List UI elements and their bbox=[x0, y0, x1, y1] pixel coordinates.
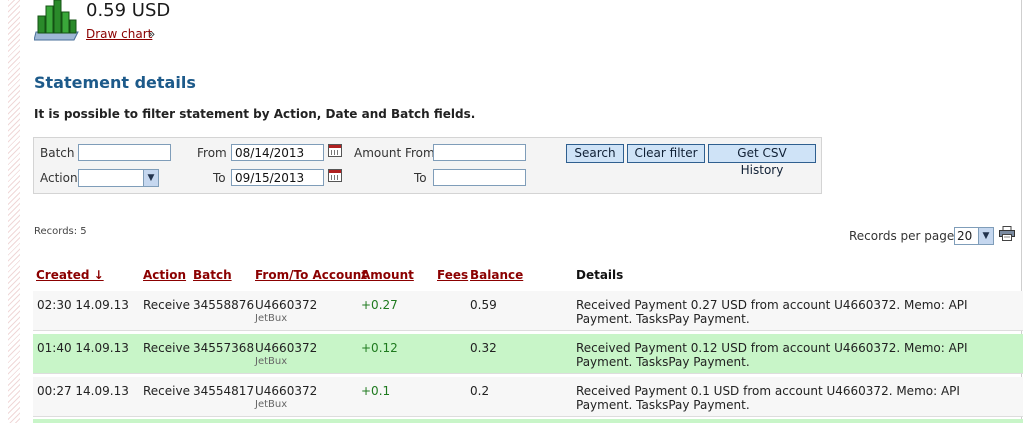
row-divider bbox=[33, 373, 1023, 374]
row-balance: 0.59 bbox=[470, 298, 497, 312]
action-label: Action bbox=[40, 171, 78, 185]
chevron-down-icon[interactable]: ▼ bbox=[143, 170, 158, 186]
table-row: 00:27 14.09.13 Receive 34554817 U4660372… bbox=[33, 377, 1023, 416]
row-created: 02:30 14.09.13 bbox=[37, 298, 129, 312]
draw-chart-arrow: » bbox=[148, 27, 156, 41]
row-batch: 34557368 bbox=[193, 341, 255, 355]
row-details: Received Payment 0.27 USD from account U… bbox=[576, 298, 968, 326]
column-created[interactable]: Created ↓ bbox=[36, 268, 104, 282]
action-select[interactable]: ▼ bbox=[78, 169, 159, 187]
table-row bbox=[33, 419, 1023, 423]
get-csv-history-button[interactable]: Get CSV History bbox=[708, 144, 816, 177]
filter-hint: It is possible to filter statement by Ac… bbox=[34, 107, 476, 121]
row-account: U4660372 bbox=[255, 298, 318, 312]
row-action: Receive bbox=[143, 384, 190, 398]
page-left-border bbox=[8, 0, 20, 423]
row-account: U4660372 bbox=[255, 384, 318, 398]
row-created: 01:40 14.09.13 bbox=[37, 341, 129, 355]
row-divider bbox=[33, 330, 1023, 331]
row-action: Receive bbox=[143, 298, 190, 312]
table-row: 01:40 14.09.13 Receive 34557368 U4660372… bbox=[33, 334, 1023, 373]
to-label: To bbox=[213, 171, 226, 185]
batch-input[interactable] bbox=[78, 144, 171, 161]
from-label: From bbox=[197, 146, 227, 160]
draw-chart-link[interactable]: Draw chart bbox=[86, 27, 152, 41]
row-account: U4660372 bbox=[255, 341, 318, 355]
records-count: Records: 5 bbox=[34, 226, 87, 237]
column-details: Details bbox=[576, 268, 624, 282]
clear-filter-button[interactable]: Clear filter bbox=[627, 144, 705, 163]
row-action: Receive bbox=[143, 341, 190, 355]
column-balance[interactable]: Balance bbox=[470, 268, 523, 282]
row-balance: 0.2 bbox=[470, 384, 490, 398]
row-balance: 0.32 bbox=[470, 341, 497, 355]
date-to-input[interactable] bbox=[231, 169, 324, 186]
row-details: Received Payment 0.12 USD from account U… bbox=[576, 341, 968, 369]
calendar-icon[interactable] bbox=[328, 169, 342, 182]
records-per-page-select[interactable]: 20 ▼ bbox=[954, 227, 994, 245]
date-from-input[interactable] bbox=[231, 144, 324, 161]
bar-chart-icon bbox=[34, 0, 79, 41]
row-details: Received Payment 0.1 USD from account U4… bbox=[576, 384, 960, 412]
calendar-icon[interactable] bbox=[328, 144, 342, 157]
column-account[interactable]: From/To Account bbox=[255, 268, 367, 282]
amount-from-input[interactable] bbox=[433, 144, 526, 161]
amount-from-label: Amount From bbox=[354, 146, 435, 160]
row-divider bbox=[33, 416, 1023, 417]
row-account-name: JetBux bbox=[255, 399, 288, 410]
records-per-page-value: 20 bbox=[957, 229, 973, 243]
row-batch: 34554817 bbox=[193, 384, 255, 398]
row-amount: +0.12 bbox=[361, 341, 398, 355]
column-fees[interactable]: Fees bbox=[437, 268, 468, 282]
printer-icon[interactable] bbox=[999, 226, 1015, 241]
section-title: Statement details bbox=[34, 73, 196, 92]
search-button[interactable]: Search bbox=[566, 144, 624, 163]
row-amount: +0.1 bbox=[361, 384, 391, 398]
column-batch[interactable]: Batch bbox=[193, 268, 232, 282]
batch-label: Batch bbox=[40, 146, 75, 160]
row-account-name: JetBux bbox=[255, 356, 288, 367]
chevron-down-icon[interactable]: ▼ bbox=[978, 228, 993, 244]
row-amount: +0.27 bbox=[361, 298, 398, 312]
row-batch: 34558876 bbox=[193, 298, 255, 312]
account-balance: 0.59 USD bbox=[86, 0, 171, 21]
records-per-page-label: Records per page: bbox=[849, 229, 959, 243]
column-amount[interactable]: Amount bbox=[361, 268, 414, 282]
row-created: 00:27 14.09.13 bbox=[37, 384, 129, 398]
table-row: 02:30 14.09.13 Receive 34558876 U4660372… bbox=[33, 291, 1023, 330]
column-action[interactable]: Action bbox=[143, 268, 186, 282]
amount-to-label: To bbox=[414, 171, 427, 185]
row-account-name: JetBux bbox=[255, 313, 288, 324]
amount-to-input[interactable] bbox=[433, 169, 526, 186]
